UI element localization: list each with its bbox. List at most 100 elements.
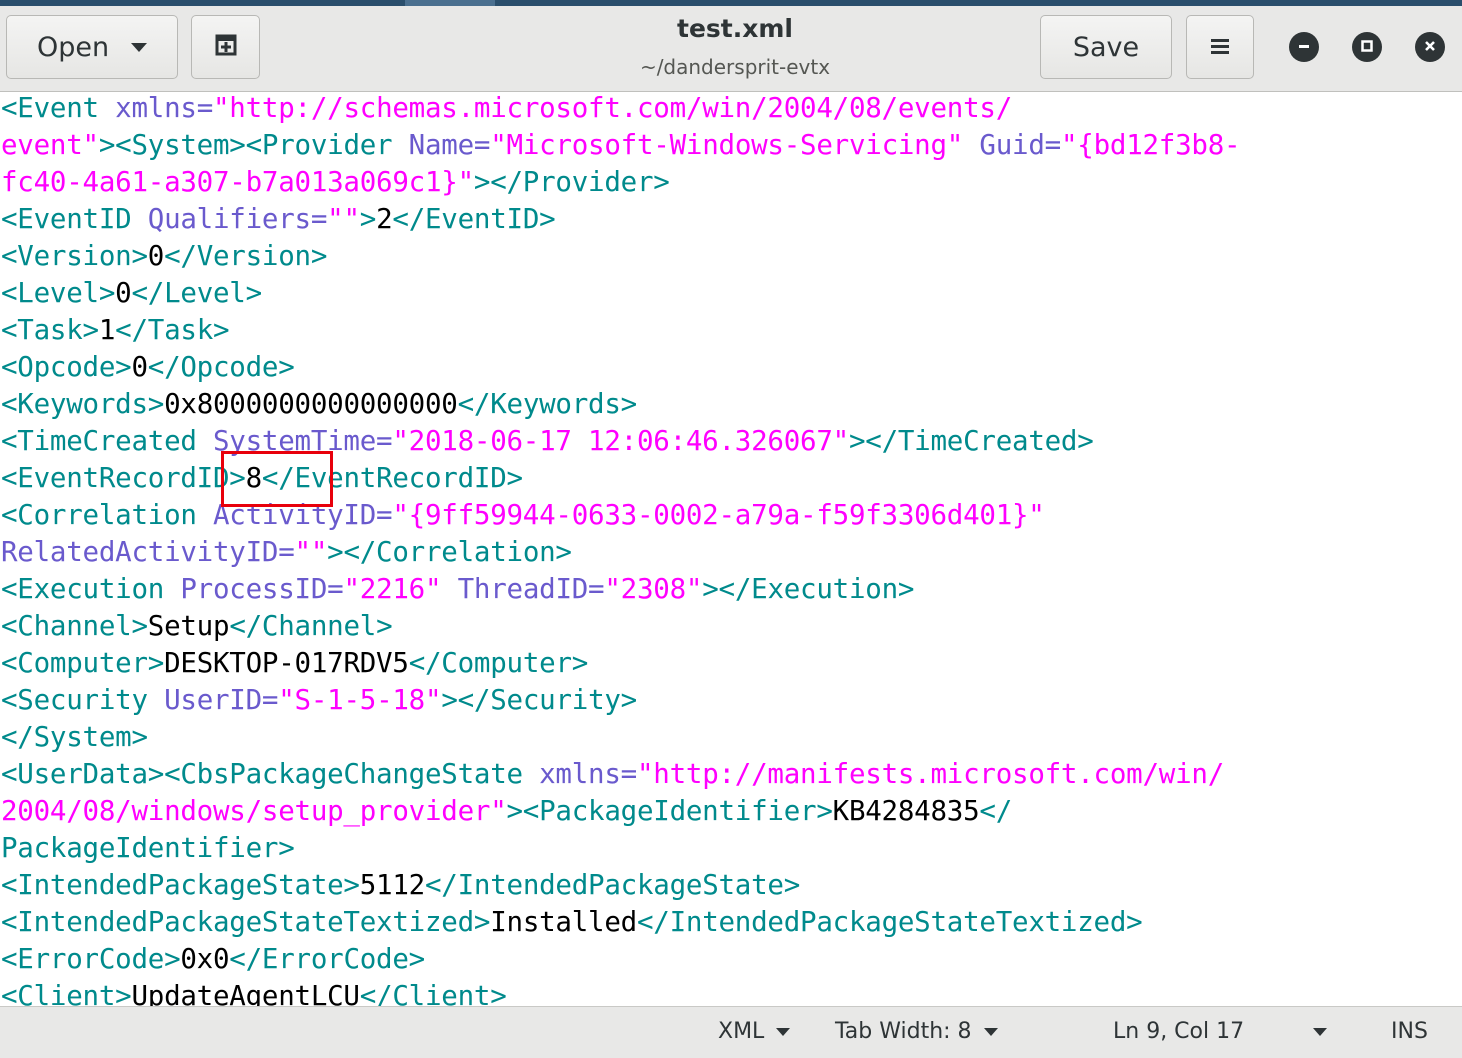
code-token: Name= — [408, 129, 491, 161]
code-token: <Computer> — [1, 647, 165, 679]
code-line: <IntendedPackageStateTextized>Installed<… — [1, 904, 1143, 941]
chevron-down-icon — [1313, 1028, 1327, 1036]
code-token: ThreadID= — [457, 573, 605, 605]
code-line: <Security UserID="S-1-5-18"></Security> — [1, 682, 637, 719]
new-document-icon — [212, 30, 240, 65]
code-token: ><System><Provider — [98, 129, 409, 161]
code-line: <EventID Qualifiers="">2</EventID> — [1, 201, 556, 238]
close-button[interactable] — [1415, 32, 1445, 62]
code-token: </IntendedPackageState> — [424, 869, 801, 901]
code-token: PackageIdentifier> — [1, 832, 295, 864]
code-token: 2004/08/windows/setup_provider" — [1, 795, 507, 827]
code-token: Qualifiers= — [147, 203, 328, 235]
code-token: "2216" — [343, 573, 458, 605]
code-token: <Correlation — [1, 499, 213, 531]
code-token: <Channel> — [1, 610, 148, 642]
code-line: <Level>0</Level> — [1, 275, 262, 312]
code-token: <UserData><CbsPackageChangeState — [1, 758, 540, 790]
code-token: "Microsoft-Windows-Servicing" — [490, 129, 980, 161]
code-token: 0x0 — [180, 943, 230, 975]
code-token: "http://schemas.microsoft.com/win/2004/0… — [213, 92, 1013, 124]
code-line: <Task>1</Task> — [1, 312, 230, 349]
code-token: <Task> — [1, 314, 99, 346]
code-token: "2308" — [604, 573, 703, 605]
code-token: DESKTOP-017RDV5 — [164, 647, 409, 679]
code-line: <Keywords>0x8000000000000000</Keywords> — [1, 386, 637, 423]
tab-width-selector[interactable]: Tab Width: 8 — [835, 1019, 998, 1044]
code-token: 0 — [131, 351, 148, 383]
highlight-annotation-box — [221, 451, 333, 507]
code-token: ></Correlation> — [327, 536, 572, 568]
code-token: </Task> — [115, 314, 230, 346]
code-line: <Correlation ActivityID="{9ff59944-0633-… — [1, 497, 1045, 534]
minimize-icon — [1297, 38, 1311, 57]
code-token: </IntendedPackageStateTextized> — [636, 906, 1143, 938]
code-token: <Version> — [1, 240, 148, 272]
code-token: ProcessID= — [180, 573, 344, 605]
chevron-down-icon — [776, 1027, 791, 1036]
maximize-button[interactable] — [1352, 32, 1382, 62]
language-selector[interactable]: XML — [718, 1019, 791, 1044]
window-subtitle: ~/dandersprit‑evtx — [639, 55, 831, 79]
code-token: <EventID — [1, 203, 148, 235]
code-token: "S-1-5-18" — [278, 684, 442, 716]
code-token: event" — [1, 129, 99, 161]
code-token: RelatedActivityID= — [1, 536, 295, 568]
code-token: <Keywords> — [1, 388, 165, 420]
open-button[interactable]: Open — [6, 15, 178, 79]
save-button[interactable]: Save — [1040, 15, 1172, 79]
chevron-down-icon — [983, 1027, 998, 1036]
code-token: fc40-4a61-a307-b7a013a069c1}" — [1, 166, 474, 198]
code-token: </Opcode> — [147, 351, 295, 383]
code-line: <Client>UpdateAgentLCU</Client> — [1, 978, 507, 1006]
code-token: ></TimeCreated> — [848, 425, 1094, 457]
maximize-icon — [1360, 38, 1374, 57]
code-line: <IntendedPackageState>5112</IntendedPack… — [1, 867, 800, 904]
position-dropdown[interactable] — [1313, 1028, 1327, 1036]
hamburger-icon — [1209, 32, 1231, 63]
close-icon — [1423, 38, 1437, 57]
code-line: event"><System><Provider Name="Microsoft… — [1, 127, 1241, 164]
code-token: 0x8000000000000000 — [164, 388, 458, 420]
status-bar: XML Tab Width: 8 Ln 9, Col 17 INS — [0, 1006, 1462, 1058]
code-token: ></Provider> — [473, 166, 670, 198]
code-token: <Client> — [1, 980, 132, 1006]
code-line: PackageIdentifier> — [1, 830, 295, 867]
code-token: 2 — [376, 203, 393, 235]
new-document-button[interactable] — [191, 15, 260, 79]
code-token: </Version> — [164, 240, 328, 272]
code-token: ></Security> — [441, 684, 637, 716]
code-line: RelatedActivityID=""></Correlation> — [1, 534, 572, 571]
code-token: UpdateAgentLCU — [131, 980, 360, 1006]
code-token: </Client> — [359, 980, 507, 1006]
code-line: <Version>0</Version> — [1, 238, 327, 275]
code-token: <TimeCreated — [1, 425, 213, 457]
tab-width-label: Tab Width: 8 — [835, 1019, 972, 1044]
window-title: test.xml — [677, 14, 793, 43]
code-line: <TimeCreated SystemTime="2018-06-17 12:0… — [1, 423, 1094, 460]
code-token: <IntendedPackageState> — [1, 869, 360, 901]
code-token: "{9ff59944-0633-0002-a79a-f59f3306d401}" — [392, 499, 1045, 531]
code-token: </Keywords> — [457, 388, 638, 420]
code-token: </Level> — [131, 277, 262, 309]
code-token: > — [359, 203, 377, 235]
minimize-button[interactable] — [1289, 32, 1319, 62]
code-token: "" — [294, 536, 328, 568]
code-token: 0 — [115, 277, 132, 309]
code-line: <Event xmlns="http://schemas.microsoft.c… — [1, 92, 1012, 127]
code-token: </ErrorCode> — [229, 943, 425, 975]
insert-mode-indicator[interactable]: INS — [1391, 1019, 1428, 1044]
code-line: <ErrorCode>0x0</ErrorCode> — [1, 941, 425, 978]
text-editor-area[interactable]: <Event xmlns="http://schemas.microsoft.c… — [0, 92, 1462, 1006]
insert-mode-label: INS — [1391, 1019, 1428, 1044]
cursor-position[interactable]: Ln 9, Col 17 — [1113, 1019, 1244, 1044]
code-token: "" — [327, 203, 360, 235]
code-token: </Channel> — [229, 610, 393, 642]
code-token: </EventID> — [392, 203, 556, 235]
code-token: <Event — [1, 92, 116, 124]
cursor-position-label: Ln 9, Col 17 — [1113, 1019, 1245, 1044]
hamburger-menu-button[interactable] — [1186, 15, 1254, 79]
open-button-label: Open — [36, 31, 110, 63]
code-token: <Execution — [1, 573, 181, 605]
code-token: "http://manifests.microsoft.com/win/ — [636, 758, 1224, 790]
